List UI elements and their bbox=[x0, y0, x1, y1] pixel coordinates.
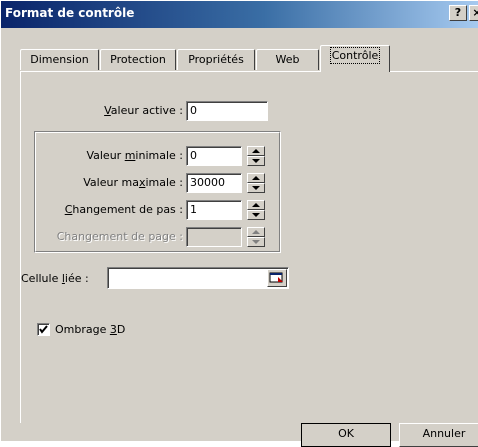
ok-button[interactable]: OK bbox=[301, 423, 391, 447]
tab-protection[interactable]: Protection bbox=[100, 49, 176, 70]
tab-properties-label: Propriétés bbox=[188, 53, 244, 66]
help-button[interactable]: ? bbox=[449, 5, 467, 21]
tab-dimension-label: Dimension bbox=[30, 53, 89, 66]
tab-panel-control bbox=[20, 71, 478, 423]
close-button[interactable]: × bbox=[469, 5, 478, 21]
dialog-title: Format de contrôle bbox=[5, 6, 135, 20]
tab-protection-label: Protection bbox=[110, 53, 166, 66]
cancel-button[interactable]: Annuler bbox=[399, 423, 478, 447]
tab-dimension[interactable]: Dimension bbox=[20, 49, 99, 70]
tab-control-label: Contrôle bbox=[329, 47, 381, 64]
tab-web-label: Web bbox=[275, 53, 300, 66]
tab-properties[interactable]: Propriétés bbox=[177, 49, 255, 70]
dialog-window: Format de contrôle ? × Dimension Protect… bbox=[0, 0, 478, 447]
title-bar[interactable]: Format de contrôle ? × bbox=[1, 1, 478, 28]
tab-control[interactable]: Contrôle bbox=[320, 45, 390, 72]
tab-web[interactable]: Web bbox=[256, 49, 319, 70]
